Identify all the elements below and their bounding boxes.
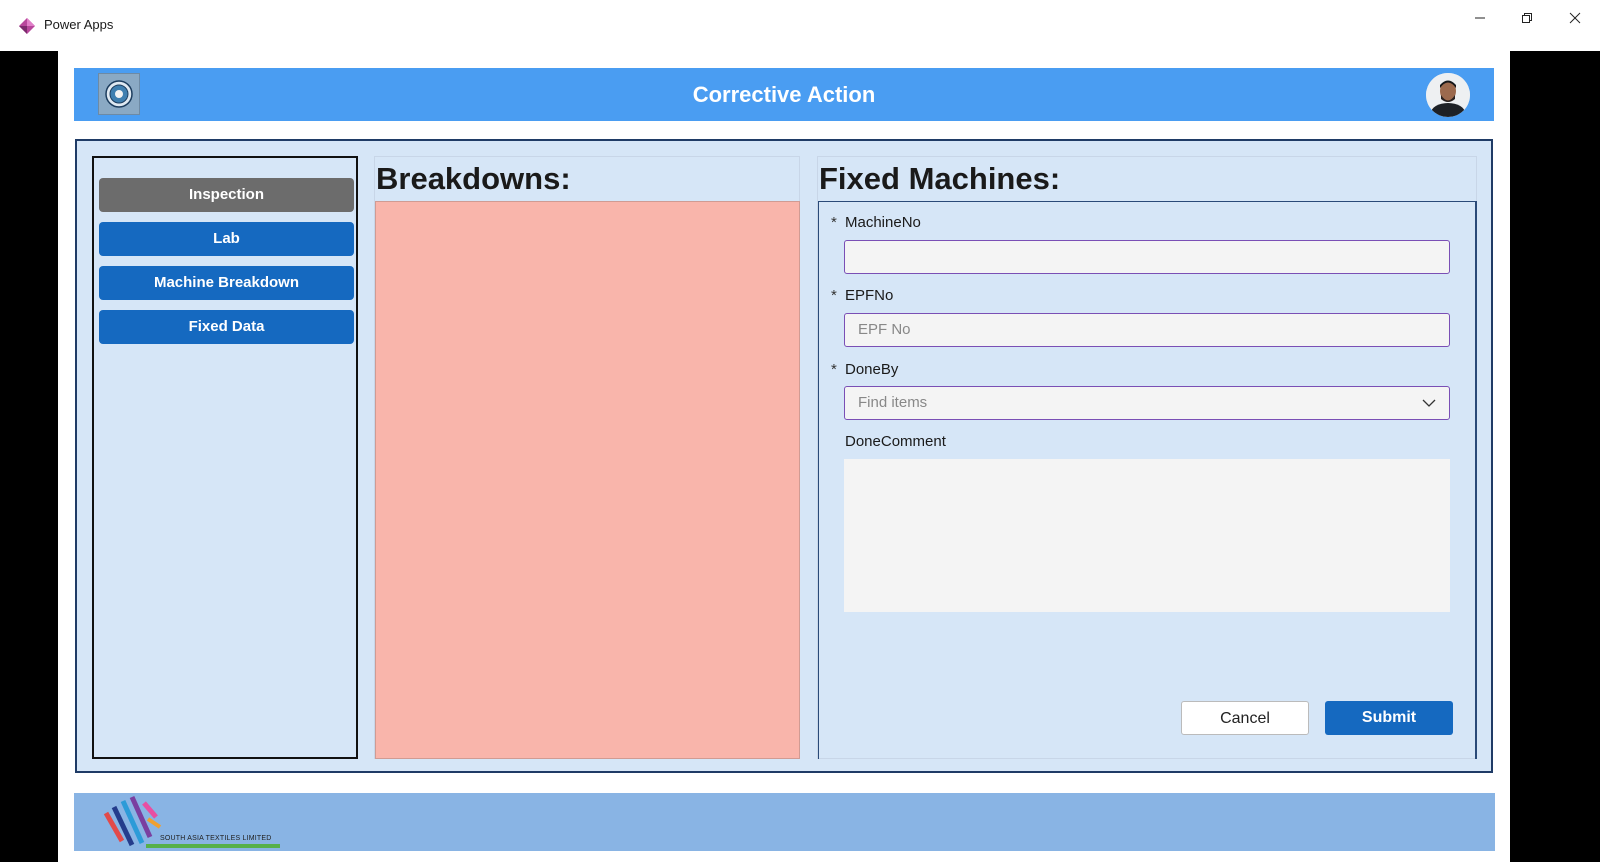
done-by-placeholder: Find items <box>858 394 928 411</box>
power-apps-logo-icon <box>19 18 35 34</box>
footer-logo-underline <box>146 844 280 848</box>
epf-no-input[interactable]: EPF No <box>844 313 1450 347</box>
page-title: Corrective Action <box>692 82 876 107</box>
sidebar: Inspection Lab Machine Breakdown Fixed D… <box>92 156 358 759</box>
required-marker: * <box>831 361 837 378</box>
breakdowns-gallery[interactable] <box>375 201 800 759</box>
app-canvas: Corrective Action Inspection Lab Machine… <box>58 51 1510 862</box>
machine-no-label: * MachineNo <box>831 214 921 231</box>
minimize-icon <box>1475 17 1485 19</box>
required-marker: * <box>831 287 837 304</box>
company-name: SOUTH ASIA TEXTILES LIMITED <box>160 835 272 842</box>
required-marker: * <box>831 214 837 231</box>
user-avatar[interactable] <box>1426 73 1470 117</box>
close-button[interactable] <box>1555 6 1595 30</box>
south-asia-textiles-logo-icon <box>103 795 162 847</box>
main-container: Inspection Lab Machine Breakdown Fixed D… <box>75 139 1493 773</box>
breakdowns-panel: Breakdowns: <box>374 156 800 759</box>
app-footer: SOUTH ASIA TEXTILES LIMITED <box>74 793 1495 851</box>
done-by-combobox[interactable]: Find items <box>844 386 1450 420</box>
done-by-label: * DoneBy <box>831 361 899 378</box>
done-comment-textarea[interactable] <box>844 459 1450 612</box>
breakdowns-title: Breakdowns: <box>376 161 571 196</box>
close-icon <box>1569 12 1581 24</box>
sidebar-item-lab[interactable]: Lab <box>99 222 354 256</box>
fixed-machines-form: * MachineNo * EPFNo EPF No * DoneBy Find it… <box>818 201 1477 759</box>
window-title-bar: Power Apps <box>0 0 1600 51</box>
company-seal-icon <box>98 73 140 115</box>
sidebar-item-inspection[interactable]: Inspection <box>99 178 354 212</box>
submit-button[interactable]: Submit <box>1325 701 1453 735</box>
fixed-machines-title: Fixed Machines: <box>819 161 1061 196</box>
window-title: Power Apps <box>44 17 114 32</box>
restore-button[interactable] <box>1507 6 1547 30</box>
epf-no-label: * EPFNo <box>831 287 894 304</box>
app-header: Corrective Action <box>74 68 1494 121</box>
machine-no-input[interactable] <box>844 240 1450 274</box>
sidebar-item-machine-breakdown[interactable]: Machine Breakdown <box>99 266 354 300</box>
cancel-button[interactable]: Cancel <box>1181 701 1309 735</box>
minimize-button[interactable] <box>1460 6 1500 30</box>
fixed-machines-panel: Fixed Machines: * MachineNo * EPFNo EPF No… <box>817 156 1477 759</box>
chevron-down-icon[interactable] <box>1421 395 1437 411</box>
done-comment-label: DoneComment <box>845 433 946 450</box>
sidebar-item-fixed-data[interactable]: Fixed Data <box>99 310 354 344</box>
restore-icon <box>1522 13 1532 23</box>
